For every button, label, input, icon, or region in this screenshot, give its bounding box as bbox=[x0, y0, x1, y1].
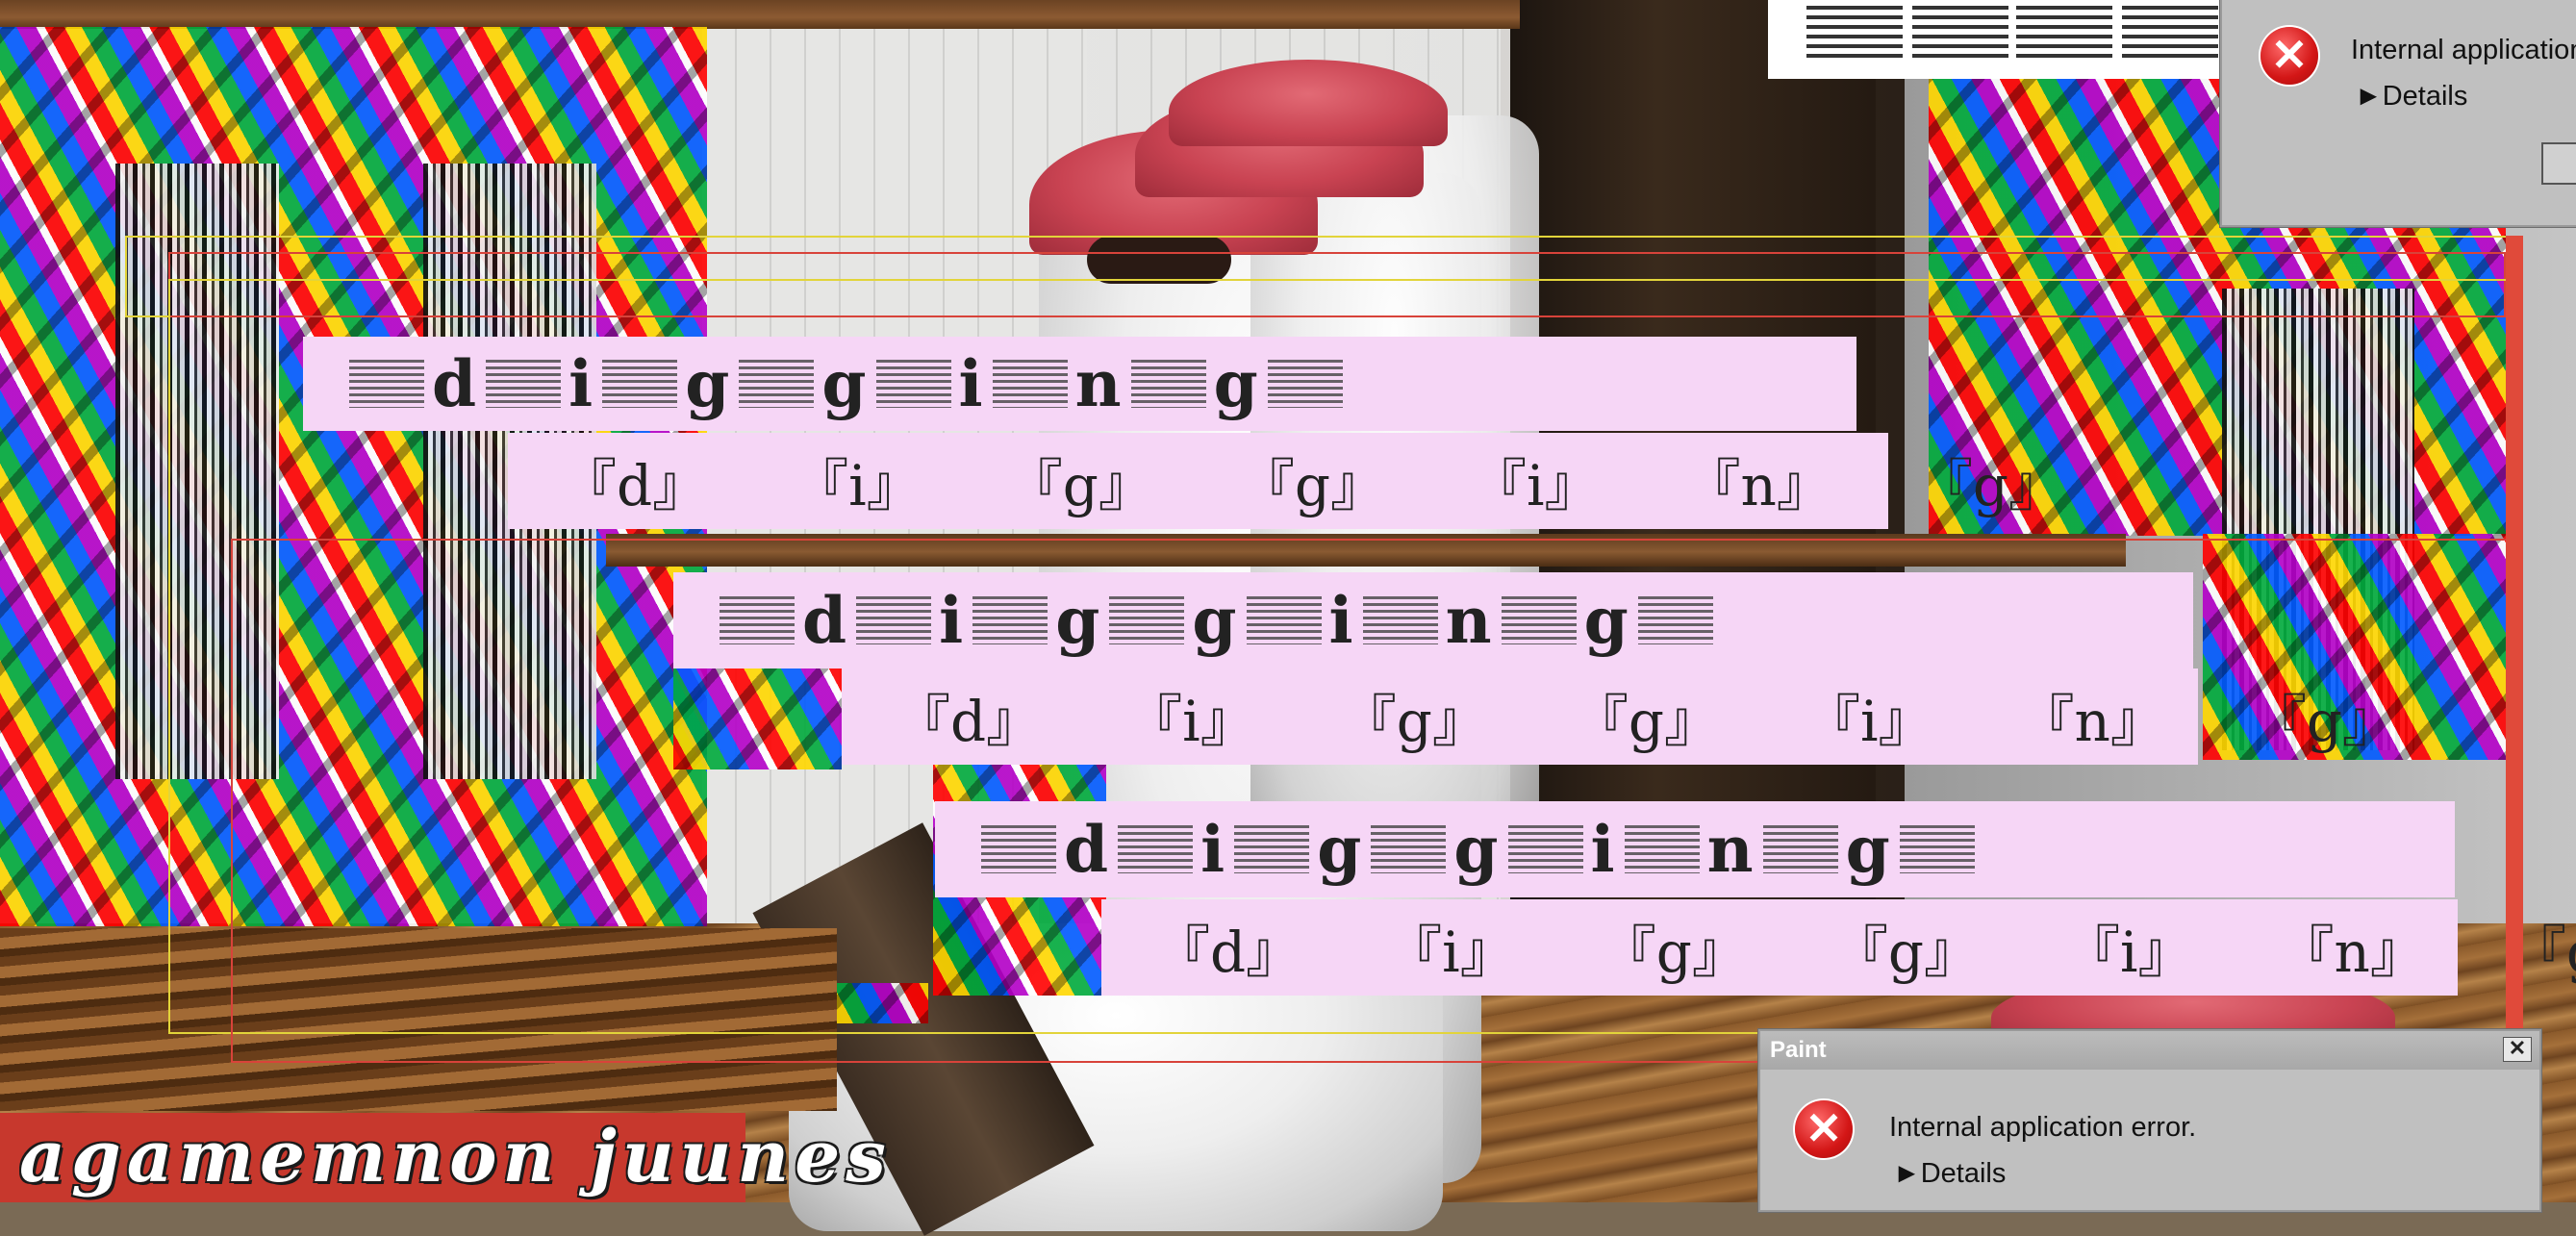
bracketed-letter: 『d』 bbox=[561, 453, 709, 518]
dot-pattern bbox=[1362, 596, 1438, 644]
bracketed-letter: 『i』 bbox=[1386, 920, 1516, 985]
dot-pattern bbox=[856, 596, 932, 644]
dot-pattern bbox=[1246, 596, 1322, 644]
dotted-text-panel-1: d i g g i n g bbox=[303, 337, 1856, 431]
letter: i bbox=[939, 583, 966, 658]
bracketed-letter: 『n』 bbox=[1684, 453, 1832, 518]
bracketed-letters-row-3: 『d』 『i』 『g』 『g』 『i』 『n』 『g』 bbox=[1101, 899, 2576, 996]
bracketed-letter: 『d』 bbox=[1154, 920, 1302, 985]
dotted-letters-row-2: d i g g i n g bbox=[673, 572, 2193, 668]
letter: g bbox=[1453, 812, 1501, 887]
dot-pattern bbox=[1130, 360, 1206, 408]
error-message: Internal application bbox=[2351, 35, 2576, 65]
bracketed-letter: 『g』 bbox=[1600, 920, 1748, 985]
text-align-icon[interactable] bbox=[1806, 6, 1903, 60]
bracketed-letters-row-1: 『d』 『i』 『g』 『g』 『i』 『n』 『g』 bbox=[508, 433, 2064, 529]
letter: n bbox=[1445, 583, 1494, 658]
bracket-text-panel-2: 『d』 『i』 『g』 『g』 『i』 『n』 『g』 bbox=[842, 668, 2398, 765]
signature-text: agamemnon juunes bbox=[19, 1116, 892, 1198]
dot-pattern bbox=[875, 360, 951, 408]
dot-pattern bbox=[1501, 596, 1577, 644]
dot-pattern bbox=[1762, 825, 1838, 873]
dot-pattern bbox=[1624, 825, 1700, 873]
bracketed-letter: 『g』 bbox=[1340, 689, 1488, 754]
wood-strip-top bbox=[0, 0, 1520, 29]
dotted-text-panel-2: d i g g i n g bbox=[673, 572, 2193, 668]
dotted-text-panel-3: d i g g i n g bbox=[935, 801, 2455, 897]
bracketed-letter: 『i』 bbox=[1804, 689, 1934, 754]
dot-pattern bbox=[1234, 825, 1310, 873]
bracketed-letter: 『g』 bbox=[1831, 920, 1980, 985]
letter: n bbox=[1074, 346, 1124, 421]
dot-pattern bbox=[739, 360, 815, 408]
letter: d bbox=[1064, 812, 1111, 887]
letter: i bbox=[568, 346, 595, 421]
error-dialog-top: ✕ Internal application ►Details bbox=[2220, 0, 2576, 227]
dotted-letters-row-1: d i g g i n g bbox=[303, 337, 1856, 431]
error-message: Internal application error. bbox=[1889, 1112, 2197, 1143]
letter: i bbox=[1590, 812, 1617, 887]
bracketed-letter: 『g』 bbox=[2250, 689, 2399, 754]
bracketed-letter: 『d』 bbox=[895, 689, 1043, 754]
dialog-title: Paint bbox=[1770, 1037, 1827, 1063]
bracketed-letter: 『n』 bbox=[2018, 689, 2166, 754]
bracketed-letter: 『g』 bbox=[1006, 453, 1154, 518]
letter: g bbox=[1213, 346, 1260, 421]
bracketed-letter: 『n』 bbox=[2278, 920, 2426, 985]
letter: i bbox=[1328, 583, 1355, 658]
close-icon[interactable]: ✕ bbox=[2503, 1037, 2532, 1062]
bracketed-letter: 『g』 bbox=[1916, 453, 2065, 518]
bracketed-letter: 『g』 bbox=[1238, 453, 1386, 518]
details-toggle[interactable]: ►Details bbox=[2355, 81, 2467, 113]
letter: g bbox=[685, 346, 732, 421]
dot-pattern bbox=[1637, 596, 1713, 644]
letter: g bbox=[1583, 583, 1630, 658]
details-toggle[interactable]: ►Details bbox=[1893, 1158, 2006, 1190]
dot-pattern bbox=[1267, 360, 1343, 408]
bracket-text-panel-3: 『d』 『i』 『g』 『g』 『i』 『n』 『g』 bbox=[1101, 899, 2576, 996]
bracketed-letter: 『i』 bbox=[1470, 453, 1601, 518]
dot-pattern bbox=[720, 596, 795, 644]
text-align-icon[interactable] bbox=[2122, 6, 2218, 60]
bracketed-letters-row-2: 『d』 『i』 『g』 『g』 『i』 『n』 『g』 bbox=[842, 668, 2398, 765]
bracket-text-panel-1: 『d』 『i』 『g』 『g』 『i』 『n』 『g』 bbox=[508, 433, 2064, 529]
dot-pattern bbox=[1507, 825, 1583, 873]
letter: i bbox=[1200, 812, 1227, 887]
letter: g bbox=[1055, 583, 1102, 658]
toolbar-fragment bbox=[1768, 0, 2220, 79]
dot-pattern bbox=[1371, 825, 1447, 873]
letter: g bbox=[1845, 812, 1892, 887]
letter: g bbox=[1192, 583, 1239, 658]
error-x-icon: ✕ bbox=[2260, 27, 2318, 85]
dot-pattern bbox=[486, 360, 562, 408]
text-align-icon[interactable] bbox=[2016, 6, 2112, 60]
letter: i bbox=[958, 346, 985, 421]
dialog-title-bar[interactable]: Paint ✕ bbox=[1760, 1031, 2539, 1070]
error-x-icon: ✕ bbox=[1795, 1100, 1853, 1158]
dotted-letters-row-3: d i g g i n g bbox=[935, 801, 2455, 897]
dot-pattern bbox=[1899, 825, 1975, 873]
paint-error-dialog: Paint ✕ ✕ Internal application error. ►D… bbox=[1758, 1029, 2541, 1212]
letter: d bbox=[432, 346, 479, 421]
dot-pattern bbox=[981, 825, 1056, 873]
dot-pattern bbox=[992, 360, 1068, 408]
dot-pattern bbox=[1109, 596, 1185, 644]
letter: d bbox=[802, 583, 849, 658]
letter: g bbox=[821, 346, 869, 421]
bracketed-letter: 『i』 bbox=[1126, 689, 1256, 754]
bracketed-letter: 『g』 bbox=[1572, 689, 1720, 754]
dialog-button[interactable] bbox=[2541, 142, 2576, 185]
letter: g bbox=[1317, 812, 1364, 887]
text-align-icon[interactable] bbox=[1912, 6, 2008, 60]
bracketed-letter: 『i』 bbox=[2063, 920, 2194, 985]
bracketed-letter: 『i』 bbox=[793, 453, 922, 518]
bracketed-letter: 『g』 bbox=[2510, 920, 2576, 985]
dot-pattern bbox=[972, 596, 1048, 644]
dot-pattern bbox=[1118, 825, 1194, 873]
dot-pattern bbox=[602, 360, 678, 408]
letter: n bbox=[1706, 812, 1755, 887]
dot-pattern bbox=[349, 360, 424, 408]
